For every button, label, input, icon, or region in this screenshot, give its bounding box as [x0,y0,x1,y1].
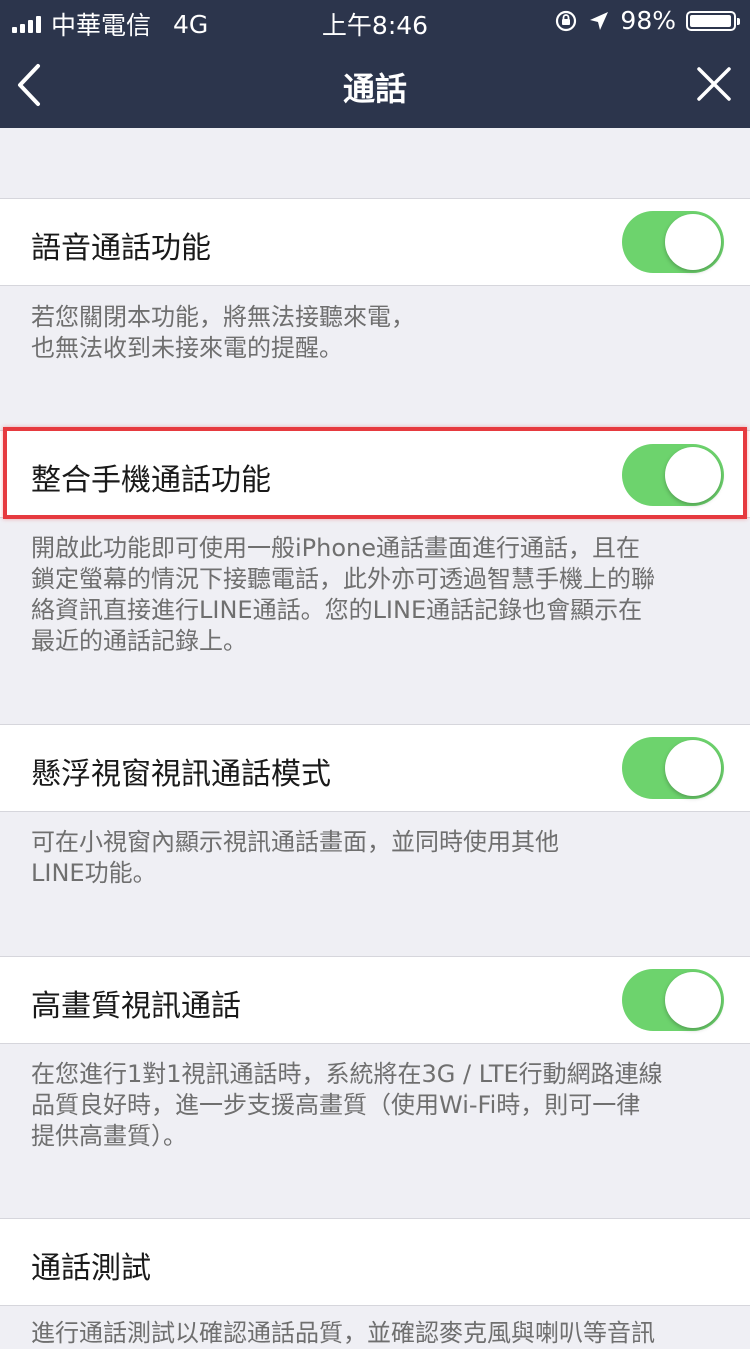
close-icon[interactable] [696,66,732,102]
setting-row-integrate-phone-call: 整合手機通話功能 [0,430,750,518]
toggle-knob [665,447,721,503]
setting-label: 語音通話功能 [31,231,211,266]
toggle-knob [665,214,721,270]
toggle-knob [665,972,721,1028]
setting-row-floating-video-call: 懸浮視窗視訊通話模式 [0,724,750,812]
setting-description: 開啟此功能即可使用一般iPhone通話畫面進行通話，且在 鎖定螢幕的情況下接聽電… [31,534,655,655]
location-arrow-icon [590,11,609,30]
status-bar: 中華電信 4G 上午8:46 98% [0,0,750,40]
setting-label: 懸浮視窗視訊通話模式 [31,757,331,792]
voice-call-toggle[interactable] [622,211,724,273]
setting-description: 若您關閉本功能，將無法接聽來電， 也無法收到未接來電的提醒。 [31,303,415,362]
battery-icon [686,10,740,31]
setting-row-voice-call: 語音通話功能 [0,198,750,286]
toggle-knob [665,740,721,796]
setting-description: 可在小視窗內顯示視訊通話畫面，並同時使用其他 LINE功能。 [31,828,559,887]
battery-fill [690,14,732,27]
setting-label: 通話測試 [31,1251,151,1286]
setting-row-call-test[interactable]: 通話測試 [0,1218,750,1306]
setting-label: 整合手機通話功能 [31,463,271,498]
hd-video-call-toggle[interactable] [622,969,724,1031]
orientation-lock-icon [556,10,577,31]
battery-percentage: 98% [620,6,676,35]
setting-label: 高畫質視訊通話 [31,989,241,1024]
setting-description: 在您進行1對1視訊通話時，系統將在3G / LTE行動網路連線 品質良好時，進一… [31,1060,663,1150]
integrate-phone-call-toggle[interactable] [622,444,724,506]
setting-row-hd-video-call: 高畫質視訊通話 [0,956,750,1044]
floating-video-call-toggle[interactable] [622,737,724,799]
status-bar-right: 98% [554,6,740,35]
navigation-bar: 通話 [0,40,750,128]
page-title: 通話 [342,70,407,108]
